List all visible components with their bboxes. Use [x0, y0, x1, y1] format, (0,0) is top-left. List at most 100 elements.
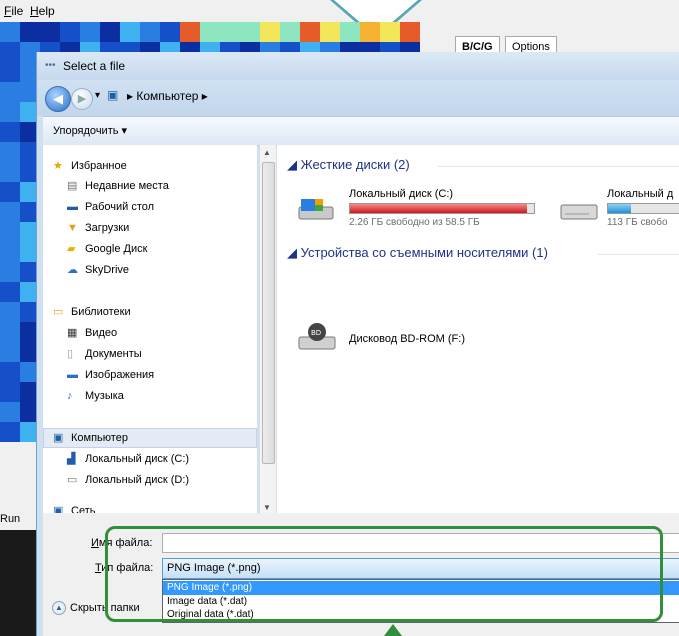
bd-rom-name[interactable]: Дисковод BD-ROM (F:) [349, 333, 465, 345]
heatmap-cell [0, 42, 20, 62]
drive-c-usage-bar [349, 203, 535, 214]
heatmap-cell [0, 282, 20, 302]
heatmap-cell [100, 22, 120, 42]
computer-icon: ▣ [107, 88, 119, 102]
group-hard-disks-label: Жесткие диски (2) [300, 157, 410, 172]
heatmap-cell [0, 342, 20, 362]
nav-downloads[interactable]: Загрузки [85, 222, 129, 234]
heatmap-cell [0, 422, 20, 442]
documents-icon: ▯ [67, 348, 74, 360]
forward-button[interactable]: ▶ [71, 88, 93, 110]
heatmap-cell [0, 122, 20, 142]
heatmap-cell [60, 22, 80, 42]
heatmap-cell [0, 22, 20, 42]
nav-desktop[interactable]: Рабочий стол [85, 201, 154, 213]
heatmap-cell [0, 242, 20, 262]
group-removable[interactable]: ◢ Устройства со съемными носителями (1) [287, 245, 548, 261]
pictures-icon: ▬ [67, 369, 78, 381]
dialog-title: Select a file [63, 59, 126, 73]
dialog-toolbar: Упорядочить ▾ [43, 116, 679, 146]
drive-c-usage-fill [350, 204, 527, 213]
heatmap-cell [220, 22, 240, 42]
nav-computer[interactable]: Компьютер [71, 432, 128, 444]
video-icon: ▦ [67, 327, 78, 339]
nav-recent-places[interactable]: Недавние места [85, 180, 169, 192]
disk-c-icon: ▟ [67, 453, 76, 465]
nav-libraries[interactable]: Библиотеки [71, 306, 131, 318]
heatmap-cell [0, 162, 20, 182]
highlight-box [105, 526, 663, 622]
heatmap-cell [0, 102, 20, 122]
nav-music[interactable]: Музыка [85, 390, 124, 402]
back-button[interactable]: ◀ [45, 86, 71, 112]
google-drive-icon: ▰ [67, 243, 76, 255]
heatmap-cell [80, 22, 100, 42]
libraries-icon: ▭ [53, 306, 64, 318]
svg-text:BD: BD [311, 329, 321, 337]
nav-disk-c[interactable]: Локальный диск (C:) [85, 453, 189, 465]
heatmap-cell [0, 142, 20, 162]
group-divider [437, 166, 679, 167]
heatmap-cell [280, 22, 300, 42]
group-removable-label: Устройства со съемными носителями (1) [300, 245, 548, 260]
heatmap-cell [20, 22, 40, 42]
nav-network[interactable]: Сеть [71, 505, 95, 513]
heatmap-cell [200, 22, 220, 42]
chevron-up-icon: ▲ [52, 601, 66, 615]
menu-file[interactable]: File [4, 4, 23, 18]
music-icon: ♪ [67, 390, 73, 402]
run-label: Run [0, 513, 21, 525]
disk-d-icon: ▭ [67, 474, 78, 486]
heatmap-cell [0, 202, 20, 222]
nav-documents[interactable]: Документы [85, 348, 142, 360]
heatmap-cell [0, 222, 20, 242]
heatmap-cell [0, 362, 20, 382]
heatmap-cell [0, 62, 20, 82]
bd-rom-icon: BD [297, 321, 337, 351]
heatmap-cell [0, 402, 20, 422]
heatmap-cell [140, 22, 160, 42]
group-hard-disks[interactable]: ◢ Жесткие диски (2) [287, 157, 410, 173]
heatmap-cell [380, 22, 400, 42]
menu-help[interactable]: Help [30, 4, 55, 18]
heatmap-cell [0, 302, 20, 322]
heatmap-cell [180, 22, 200, 42]
heatmap-cell [300, 22, 320, 42]
desktop-icon: ▬ [67, 201, 78, 213]
heatmap-cell [40, 22, 60, 42]
nav-video[interactable]: Видео [85, 327, 117, 339]
nav-disk-d[interactable]: Локальный диск (D:) [85, 474, 189, 486]
heatmap-cell [0, 82, 20, 102]
nav-scrollbar-thumb[interactable] [262, 162, 275, 464]
nav-pictures[interactable]: Изображения [85, 369, 154, 381]
drive-d-free: 113 ГБ свобо [607, 217, 668, 228]
heatmap-cell [160, 22, 180, 42]
heatmap-cell [0, 262, 20, 282]
heatmap-cell [260, 22, 280, 42]
organize-button[interactable]: Упорядочить ▾ [53, 124, 127, 137]
content-pane: ◢ Жесткие диски (2) Локальный диск (C:) … [277, 145, 679, 513]
nav-favorites[interactable]: Избранное [71, 160, 127, 172]
heatmap-cell [400, 22, 420, 42]
heatmap-cell [340, 22, 360, 42]
skydrive-icon: ☁ [67, 264, 78, 276]
heatmap-cell [0, 382, 20, 402]
dark-panel [0, 530, 40, 636]
app-icon: ••• [45, 60, 56, 71]
recent-dropdown-icon[interactable]: ▾ [95, 90, 100, 101]
heatmap-cell [0, 182, 20, 202]
navigation-pane: ★ Избранное ▤ Недавние места ▬ Рабочий с… [43, 145, 257, 513]
drive-d-name[interactable]: Локальный д [607, 188, 673, 200]
drive-d-icon [559, 197, 599, 223]
scroll-up-icon[interactable]: ▲ [263, 148, 271, 157]
nav-google-drive[interactable]: Google Диск [85, 243, 147, 255]
nav-skydrive[interactable]: SkyDrive [85, 264, 129, 276]
breadcrumb[interactable]: ▸ Компьютер ▸ [127, 89, 208, 103]
highlight-arrow [384, 624, 402, 636]
drive-c-name[interactable]: Локальный диск (C:) [349, 188, 453, 200]
address-bar: ◀ ▶ ▾ ▣ ▸ Компьютер ▸ [37, 80, 679, 116]
heatmap-cell [0, 322, 20, 342]
scroll-down-icon[interactable]: ▼ [263, 503, 271, 512]
network-icon: ▣ [53, 505, 64, 513]
recent-places-icon: ▤ [67, 180, 78, 192]
